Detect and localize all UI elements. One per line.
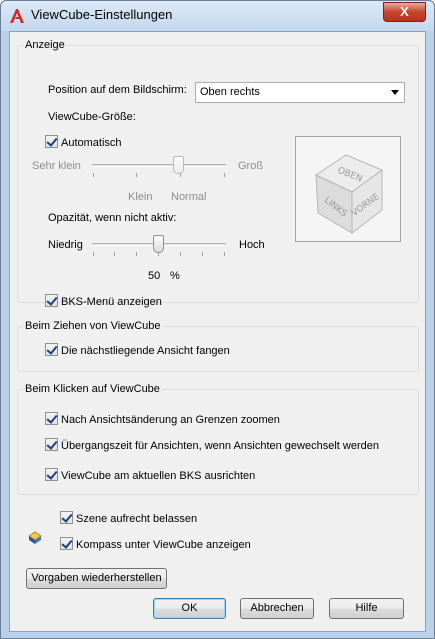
- automatic-checkbox[interactable]: Automatisch: [45, 135, 122, 149]
- size-slider-track: [92, 164, 226, 167]
- checkbox-icon: [45, 135, 58, 148]
- checkbox-icon: [45, 438, 58, 451]
- viewcube-preview: OBEN LINKS VORNE: [295, 136, 401, 242]
- chevron-down-icon: [391, 90, 399, 95]
- slider-tick: [93, 252, 94, 256]
- zoom-extents-label: Nach Ansichtsänderung an Grenzen zoomen: [61, 414, 280, 426]
- size-label: ViewCube-Größe:: [48, 111, 136, 123]
- dialog-window: ViewCube-Einstellungen X Anzeige Positio…: [0, 0, 435, 639]
- opacity-label: Opazität, wenn nicht aktiv:: [48, 212, 177, 224]
- opacity-min-label: Niedrig: [48, 239, 83, 251]
- size-slider-thumb[interactable]: [173, 156, 184, 174]
- opacity-slider-thumb[interactable]: [153, 235, 164, 253]
- viewcube-icon: OBEN LINKS VORNE: [314, 154, 384, 235]
- slider-tick: [136, 252, 137, 256]
- slider-tick: [202, 252, 203, 256]
- group-anzeige: Anzeige Position auf dem Bildschirm: Obe…: [17, 39, 419, 308]
- cancel-button[interactable]: Abbrechen: [240, 598, 314, 619]
- help-button[interactable]: Hilfe: [329, 598, 404, 619]
- group-title-click: Beim Klicken auf ViewCube: [23, 383, 162, 395]
- opacity-value: 50: [148, 270, 161, 282]
- group-title-drag: Beim Ziehen von ViewCube: [23, 320, 163, 332]
- title-bar[interactable]: ViewCube-Einstellungen X: [1, 1, 434, 31]
- ok-button[interactable]: OK: [153, 598, 226, 619]
- size-mark-small: Klein: [128, 191, 153, 203]
- restore-defaults-button[interactable]: Vorgaben wiederherstellen: [26, 568, 167, 589]
- snap-checkbox[interactable]: Die nächstliegende Ansicht fangen: [45, 343, 230, 357]
- close-button[interactable]: X: [383, 2, 426, 22]
- close-icon: X: [400, 4, 409, 19]
- scene-upright-label: Szene aufrecht belassen: [76, 513, 198, 525]
- slider-tick: [114, 252, 115, 256]
- scene-upright-checkbox[interactable]: Szene aufrecht belassen: [60, 511, 197, 525]
- checkbox-icon: [60, 537, 73, 550]
- orient-ucs-label: ViewCube am aktuellen BKS ausrichten: [61, 470, 256, 482]
- transition-checkbox[interactable]: Übergangszeit für Ansichten, wenn Ansich…: [45, 438, 379, 452]
- size-min-label: Sehr klein: [32, 160, 81, 172]
- automatic-label: Automatisch: [61, 137, 122, 149]
- zoom-extents-checkbox[interactable]: Nach Ansichtsänderung an Grenzen zoomen: [45, 412, 280, 426]
- orient-ucs-checkbox[interactable]: ViewCube am aktuellen BKS ausrichten: [45, 468, 255, 482]
- size-max-label: Groß: [238, 160, 264, 172]
- compass-checkbox[interactable]: Kompass unter ViewCube anzeigen: [60, 537, 251, 551]
- position-label: Position auf dem Bildschirm:: [48, 84, 187, 96]
- checkbox-icon: [45, 412, 58, 425]
- checkbox-icon: [45, 468, 58, 481]
- checkbox-icon: [45, 343, 58, 356]
- transition-label: Übergangszeit für Ansichten, wenn Ansich…: [61, 440, 379, 452]
- slider-tick: [224, 252, 225, 256]
- checkbox-icon: [60, 511, 73, 524]
- ucs-menu-checkbox[interactable]: BKS-Menü anzeigen: [45, 294, 162, 308]
- group-drag: Beim Ziehen von ViewCube Die nächstliege…: [17, 320, 419, 372]
- ucs-menu-label: BKS-Menü anzeigen: [61, 296, 162, 308]
- window-title: ViewCube-Einstellungen: [31, 7, 173, 22]
- checkbox-icon: [45, 294, 58, 307]
- opacity-unit: %: [170, 270, 180, 282]
- opacity-max-label: Hoch: [239, 239, 265, 251]
- group-click: Beim Klicken auf ViewCube Nach Ansichtsä…: [17, 383, 419, 495]
- size-mark-normal: Normal: [171, 191, 207, 203]
- position-value: Oben rechts: [200, 86, 260, 98]
- position-dropdown[interactable]: Oben rechts: [195, 82, 405, 103]
- dialog-client: Anzeige Position auf dem Bildschirm: Obe…: [9, 31, 426, 632]
- snap-label: Die nächstliegende Ansicht fangen: [61, 345, 230, 357]
- slider-tick: [136, 173, 137, 177]
- compass-icon: [28, 531, 42, 544]
- slider-tick: [224, 173, 225, 177]
- compass-label: Kompass unter ViewCube anzeigen: [76, 539, 251, 551]
- group-title-anzeige: Anzeige: [23, 39, 67, 51]
- slider-tick: [180, 252, 181, 256]
- autocad-a-icon: [10, 9, 24, 23]
- slider-tick: [93, 173, 94, 177]
